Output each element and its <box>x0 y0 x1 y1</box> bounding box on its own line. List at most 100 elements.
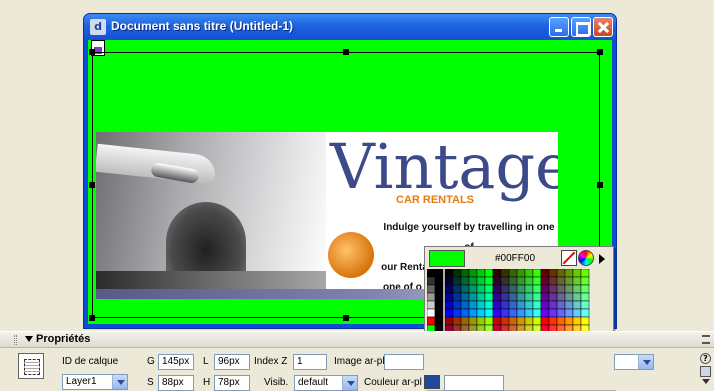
palette-swatch[interactable] <box>484 308 494 318</box>
palette-swatch[interactable] <box>540 276 550 286</box>
palette-swatch[interactable] <box>492 300 502 310</box>
palette-swatch[interactable] <box>476 316 486 326</box>
top-input[interactable]: 96px <box>214 354 250 370</box>
palette-swatch[interactable] <box>540 300 550 310</box>
color-wheel-icon[interactable] <box>578 250 594 266</box>
palette-swatch[interactable] <box>452 269 462 278</box>
panel-menu-icon[interactable] <box>702 335 710 344</box>
palette-swatch[interactable] <box>564 316 574 326</box>
window-titlebar[interactable]: d Document sans titre (Untitled-1) <box>84 14 616 40</box>
palette-swatch[interactable] <box>484 269 494 278</box>
palette-swatch[interactable] <box>452 284 462 294</box>
palette-swatch[interactable] <box>508 292 518 302</box>
palette-swatch[interactable] <box>444 308 454 318</box>
palette-swatch[interactable] <box>434 316 444 326</box>
chevron-down-icon[interactable] <box>342 376 357 390</box>
left-input[interactable]: 145px <box>158 354 194 370</box>
layer-id-select[interactable]: Layer1 <box>62 374 128 390</box>
palette-swatch[interactable] <box>468 284 478 294</box>
palette-swatch[interactable] <box>532 316 542 326</box>
palette-swatch[interactable] <box>444 300 454 310</box>
palette-swatch[interactable] <box>500 292 510 302</box>
palette-swatch[interactable] <box>460 292 470 302</box>
palette-swatch[interactable] <box>516 269 526 278</box>
palette-swatch[interactable] <box>427 316 436 326</box>
palette-swatch[interactable] <box>572 316 582 326</box>
palette-swatch[interactable] <box>564 300 574 310</box>
palette-swatch[interactable] <box>524 292 534 302</box>
palette-swatch[interactable] <box>444 269 454 278</box>
width-input[interactable]: 88px <box>158 375 194 391</box>
bgcolor-swatch-button[interactable] <box>424 375 440 389</box>
palette-swatch[interactable] <box>508 269 518 278</box>
chevron-down-icon[interactable] <box>638 355 653 369</box>
palette-swatch[interactable] <box>476 276 486 286</box>
palette-swatch[interactable] <box>556 276 566 286</box>
palette-swatch[interactable] <box>444 276 454 286</box>
palette-swatch[interactable] <box>460 269 470 278</box>
palette-swatch[interactable] <box>580 316 590 326</box>
palette-swatch[interactable] <box>427 308 436 318</box>
bgimage-target-select[interactable] <box>614 354 654 370</box>
palette-swatch[interactable] <box>500 300 510 310</box>
palette-swatch[interactable] <box>572 276 582 286</box>
palette-swatch[interactable] <box>468 292 478 302</box>
palette-swatch[interactable] <box>484 284 494 294</box>
palette-swatch[interactable] <box>492 316 502 326</box>
palette-swatch[interactable] <box>516 284 526 294</box>
visibility-select[interactable]: default <box>294 375 358 391</box>
palette-swatch[interactable] <box>532 300 542 310</box>
palette-swatch[interactable] <box>468 269 478 278</box>
palette-swatch[interactable] <box>484 292 494 302</box>
palette-swatch[interactable] <box>540 284 550 294</box>
palette-swatch[interactable] <box>556 300 566 310</box>
palette-swatch[interactable] <box>444 316 454 326</box>
palette-swatch[interactable] <box>532 276 542 286</box>
palette-swatch[interactable] <box>492 292 502 302</box>
palette-swatch[interactable] <box>516 316 526 326</box>
palette-swatch[interactable] <box>500 284 510 294</box>
palette-swatch[interactable] <box>524 316 534 326</box>
palette-swatch[interactable] <box>548 292 558 302</box>
palette-swatch[interactable] <box>427 292 436 302</box>
palette-swatch[interactable] <box>564 276 574 286</box>
palette-swatch[interactable] <box>564 308 574 318</box>
palette-swatch[interactable] <box>540 292 550 302</box>
palette-swatch[interactable] <box>580 308 590 318</box>
palette-swatch[interactable] <box>508 316 518 326</box>
palette-swatch[interactable] <box>564 269 574 278</box>
palette-swatch[interactable] <box>540 269 550 278</box>
chevron-down-icon[interactable] <box>112 375 127 389</box>
palette-swatch[interactable] <box>468 300 478 310</box>
palette-swatch[interactable] <box>452 316 462 326</box>
palette-swatch[interactable] <box>434 269 444 278</box>
palette-swatch[interactable] <box>484 316 494 326</box>
quick-tag-editor-icon[interactable] <box>700 366 711 377</box>
palette-swatch[interactable] <box>434 276 444 286</box>
palette-swatch[interactable] <box>580 300 590 310</box>
palette-swatch[interactable] <box>492 308 502 318</box>
palette-swatch[interactable] <box>548 269 558 278</box>
palette-swatch[interactable] <box>580 292 590 302</box>
palette-swatch[interactable] <box>434 308 444 318</box>
palette-swatch[interactable] <box>427 269 436 278</box>
palette-swatch[interactable] <box>476 284 486 294</box>
palette-swatch[interactable] <box>572 308 582 318</box>
zindex-input[interactable]: 1 <box>293 354 327 370</box>
palette-swatch[interactable] <box>508 284 518 294</box>
palette-swatch[interactable] <box>468 276 478 286</box>
palette-swatch[interactable] <box>532 269 542 278</box>
palette-swatch[interactable] <box>427 300 436 310</box>
palette-swatch[interactable] <box>434 284 444 294</box>
palette-swatch[interactable] <box>427 284 436 294</box>
palette-swatch[interactable] <box>434 300 444 310</box>
expand-panel-icon[interactable] <box>702 379 710 384</box>
palette-swatch[interactable] <box>452 292 462 302</box>
palette-swatch[interactable] <box>572 269 582 278</box>
palette-swatch[interactable] <box>572 300 582 310</box>
palette-swatch[interactable] <box>532 308 542 318</box>
palette-swatch[interactable] <box>452 300 462 310</box>
palette-swatch[interactable] <box>548 308 558 318</box>
palette-swatch[interactable] <box>564 284 574 294</box>
palette-swatch[interactable] <box>500 276 510 286</box>
